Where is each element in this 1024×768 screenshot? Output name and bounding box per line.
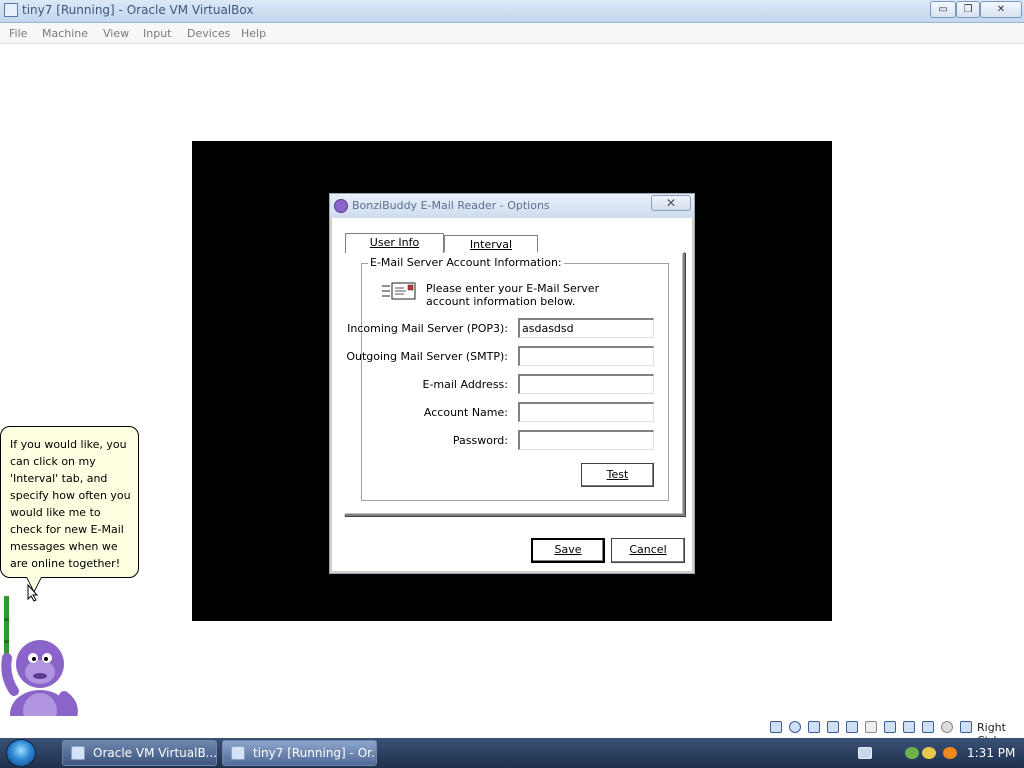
keyboard-capture-icon[interactable] [960, 721, 972, 733]
smtp-label: Outgoing Mail Server (SMTP): [346, 350, 508, 363]
optical-drive-icon[interactable] [789, 721, 801, 733]
account-info-group: E-Mail Server Account Information: Pleas… [346, 256, 669, 501]
dialog-title-bar[interactable]: BonziBuddy E-Mail Reader - Options ✕ [330, 194, 694, 218]
display-icon[interactable] [884, 721, 896, 733]
network-icon[interactable] [827, 721, 839, 733]
keyboard-tray-icon[interactable] [858, 747, 872, 759]
mouse-integration-icon[interactable] [941, 721, 953, 733]
account-name-input[interactable] [518, 402, 654, 422]
audio-icon[interactable] [808, 721, 820, 733]
taskbar: Oracle VM VirtualB... tiny7 [Running] - … [0, 738, 1024, 768]
dialog-body: User Info Interval E-Mail Server Account… [332, 218, 692, 571]
virtualbox-icon [4, 3, 18, 17]
password-input[interactable] [518, 430, 654, 450]
tab-user-info-label: User Info [369, 236, 420, 249]
cancel-button[interactable]: Cancel [611, 538, 685, 563]
window-title: tiny7 [Running] - Oracle VM VirtualBox [22, 3, 254, 17]
menu-input[interactable]: Input [143, 27, 171, 40]
bubble-text: If you would like, you can click on my '… [10, 438, 131, 570]
tab-panel-user-info: E-Mail Server Account Information: Pleas… [344, 252, 685, 516]
smtp-input[interactable] [518, 346, 654, 366]
menu-devices[interactable]: Devices [187, 27, 230, 40]
close-button[interactable]: ✕ [980, 1, 1022, 18]
hard-disk-icon[interactable] [770, 721, 782, 733]
tab-interval[interactable]: Interval [444, 235, 538, 253]
taskbar-clock[interactable]: 1:31 PM [967, 746, 1015, 760]
save-button[interactable]: Save [531, 538, 605, 563]
menu-help[interactable]: Help [241, 27, 266, 40]
usb-icon[interactable] [846, 721, 858, 733]
email-label: E-mail Address: [422, 378, 509, 391]
speech-bubble[interactable]: If you would like, you can click on my '… [0, 426, 139, 578]
email-input[interactable] [518, 374, 654, 394]
password-label: Password: [452, 434, 508, 447]
pop3-label: Incoming Mail Server (POP3): [347, 322, 508, 335]
bonzi-icon [334, 199, 348, 213]
taskbar-tiny7-vm[interactable]: tiny7 [Running] - Or... [222, 740, 377, 766]
network-tray-icon[interactable] [905, 747, 919, 759]
tab-user-info[interactable]: User Info [345, 233, 444, 253]
pop3-input[interactable] [518, 318, 654, 338]
minimize-button[interactable]: ▭ [930, 1, 956, 18]
save-button-label: Save [554, 543, 582, 556]
notification-tray-icon[interactable] [922, 747, 936, 759]
menu-bar: File Machine View Input Devices Help [0, 23, 1024, 44]
virtualbox-manager-icon [71, 746, 85, 760]
options-dialog: BonziBuddy E-Mail Reader - Options ✕ Use… [329, 193, 695, 574]
restore-button[interactable]: ❐ [956, 1, 980, 18]
group-label: E-Mail Server Account Information: [368, 256, 564, 269]
video-capture-icon[interactable] [903, 721, 915, 733]
host-title-bar[interactable]: tiny7 [Running] - Oracle VM VirtualBox ▭… [0, 0, 1024, 23]
vm-window-icon [231, 746, 245, 760]
menu-machine[interactable]: Machine [42, 27, 88, 40]
dialog-title: BonziBuddy E-Mail Reader - Options [352, 199, 550, 212]
account-name-label: Account Name: [423, 406, 508, 419]
intro-text: Please enter your E-Mail Server account … [426, 282, 600, 308]
start-button[interactable] [6, 739, 36, 767]
search-tray-icon[interactable] [943, 747, 957, 759]
vm-status-bar: Right Ctrl [0, 716, 1024, 747]
taskbar-button-label: Oracle VM VirtualB... [93, 746, 217, 760]
shared-folders-icon[interactable] [865, 721, 877, 733]
dialog-close-button[interactable]: ✕ [651, 195, 691, 211]
mail-envelope-icon [382, 282, 416, 300]
taskbar-button-label: tiny7 [Running] - Or... [253, 746, 377, 760]
menu-file[interactable]: File [9, 27, 27, 40]
tab-interval-label: Interval [469, 238, 513, 251]
cancel-button-label: Cancel [629, 543, 667, 556]
cpu-icon[interactable] [922, 721, 934, 733]
test-button[interactable]: Test [581, 463, 654, 487]
menu-view[interactable]: View [103, 27, 129, 40]
test-button-label: Test [606, 468, 629, 481]
taskbar-virtualbox-manager[interactable]: Oracle VM VirtualB... [62, 740, 217, 766]
